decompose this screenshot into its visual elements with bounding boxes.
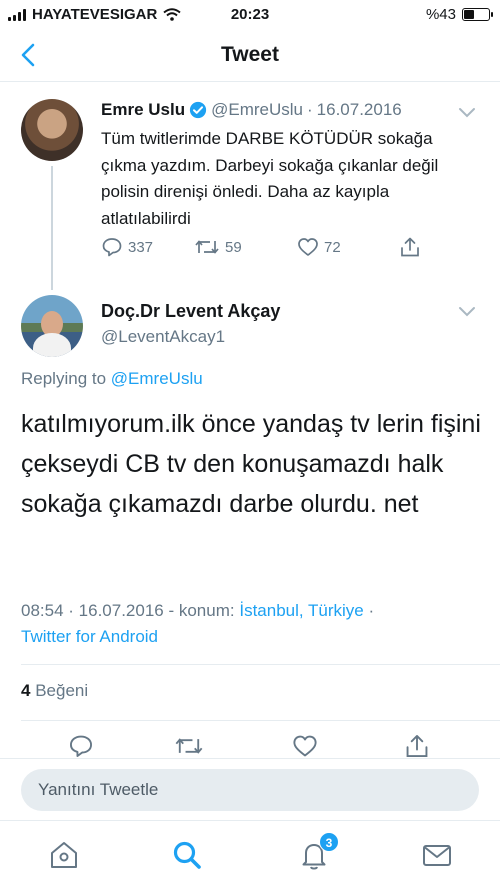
reply-count: 337 bbox=[128, 238, 154, 256]
author-name[interactable]: Emre Uslu bbox=[101, 100, 185, 120]
tweet-date[interactable]: 16.07.2016 bbox=[317, 100, 402, 120]
reply-bar bbox=[0, 758, 500, 820]
messages-icon bbox=[423, 845, 451, 866]
parent-tweet-text: Tüm twitlerimde DARBE KÖTÜDÜR sokağa çık… bbox=[101, 129, 439, 228]
parent-tweet-header: Emre Uslu @EmreUslu · 16.07.2016 bbox=[101, 100, 402, 120]
tweet-time: 08:54 bbox=[21, 601, 64, 620]
tab-search[interactable] bbox=[169, 837, 205, 873]
chevron-down-icon[interactable] bbox=[458, 306, 476, 318]
tab-home[interactable] bbox=[46, 837, 82, 873]
author-name[interactable]: Doç.Dr Levent Akçay bbox=[101, 301, 280, 322]
reply-icon[interactable] bbox=[68, 733, 94, 759]
tab-bar: 3 bbox=[0, 820, 500, 889]
battery-percent: %43 bbox=[425, 6, 456, 23]
replying-to: Replying to @EmreUslu bbox=[21, 369, 203, 389]
retweet-button[interactable]: 59 bbox=[194, 236, 242, 258]
like-button[interactable]: 72 bbox=[297, 236, 341, 258]
navbar: Tweet bbox=[0, 30, 500, 82]
share-icon[interactable] bbox=[404, 733, 430, 759]
share-icon bbox=[401, 237, 419, 257]
likes-summary[interactable]: 4 Beğeni bbox=[21, 681, 88, 701]
battery-icon bbox=[462, 8, 493, 21]
share-button[interactable] bbox=[399, 236, 421, 258]
divider bbox=[21, 664, 500, 665]
tab-messages[interactable] bbox=[419, 837, 455, 873]
status-right: %43 bbox=[425, 6, 493, 23]
replying-handle-link[interactable]: @EmreUslu bbox=[111, 369, 203, 388]
chevron-down-icon[interactable] bbox=[458, 107, 476, 119]
avatar[interactable] bbox=[21, 295, 83, 357]
replying-label: Replying to bbox=[21, 369, 107, 388]
like-count: 72 bbox=[324, 238, 341, 256]
status-bar: HAYATEVESIGAR 20:23 %43 bbox=[0, 0, 500, 30]
like-icon bbox=[298, 238, 318, 256]
home-icon bbox=[51, 842, 77, 868]
author-handle[interactable]: @LeventAkcay1 bbox=[101, 327, 225, 347]
retweet-count: 59 bbox=[225, 238, 242, 256]
main-tweet-text: katılmıyorum.ilk önce yandaş tv lerin fi… bbox=[21, 410, 481, 518]
reply-icon bbox=[102, 238, 122, 257]
search-icon bbox=[173, 841, 201, 869]
location-prefix: - konum: bbox=[163, 601, 240, 620]
notifications-badge: 3 bbox=[319, 832, 339, 852]
page-title: Tweet bbox=[221, 43, 279, 66]
author-handle[interactable]: @EmreUslu bbox=[211, 100, 303, 120]
header-separator: · bbox=[306, 100, 313, 119]
verified-badge-icon bbox=[189, 101, 207, 119]
meta-separator: · bbox=[363, 601, 375, 620]
reply-input[interactable] bbox=[21, 769, 479, 811]
reply-button[interactable]: 337 bbox=[101, 236, 153, 258]
avatar[interactable] bbox=[21, 99, 83, 161]
meta-separator: · bbox=[63, 601, 79, 620]
like-icon[interactable] bbox=[292, 733, 318, 759]
thread-line bbox=[51, 166, 53, 290]
retweet-icon[interactable] bbox=[174, 733, 204, 759]
parent-tweet-actions: 337 59 72 bbox=[101, 236, 431, 262]
battery-fill bbox=[464, 10, 474, 19]
location-link[interactable]: İstanbul, Türkiye bbox=[239, 601, 363, 620]
likes-count: 4 bbox=[21, 681, 31, 700]
tweet-meta: 08:54 · 16.07.2016 - konum: İstanbul, Tü… bbox=[21, 598, 491, 650]
tweet-date: 16.07.2016 bbox=[78, 601, 164, 620]
source-link[interactable]: Twitter for Android bbox=[21, 627, 158, 646]
likes-label: Beğeni bbox=[35, 681, 89, 700]
divider bbox=[21, 720, 500, 721]
retweet-icon bbox=[195, 240, 219, 254]
